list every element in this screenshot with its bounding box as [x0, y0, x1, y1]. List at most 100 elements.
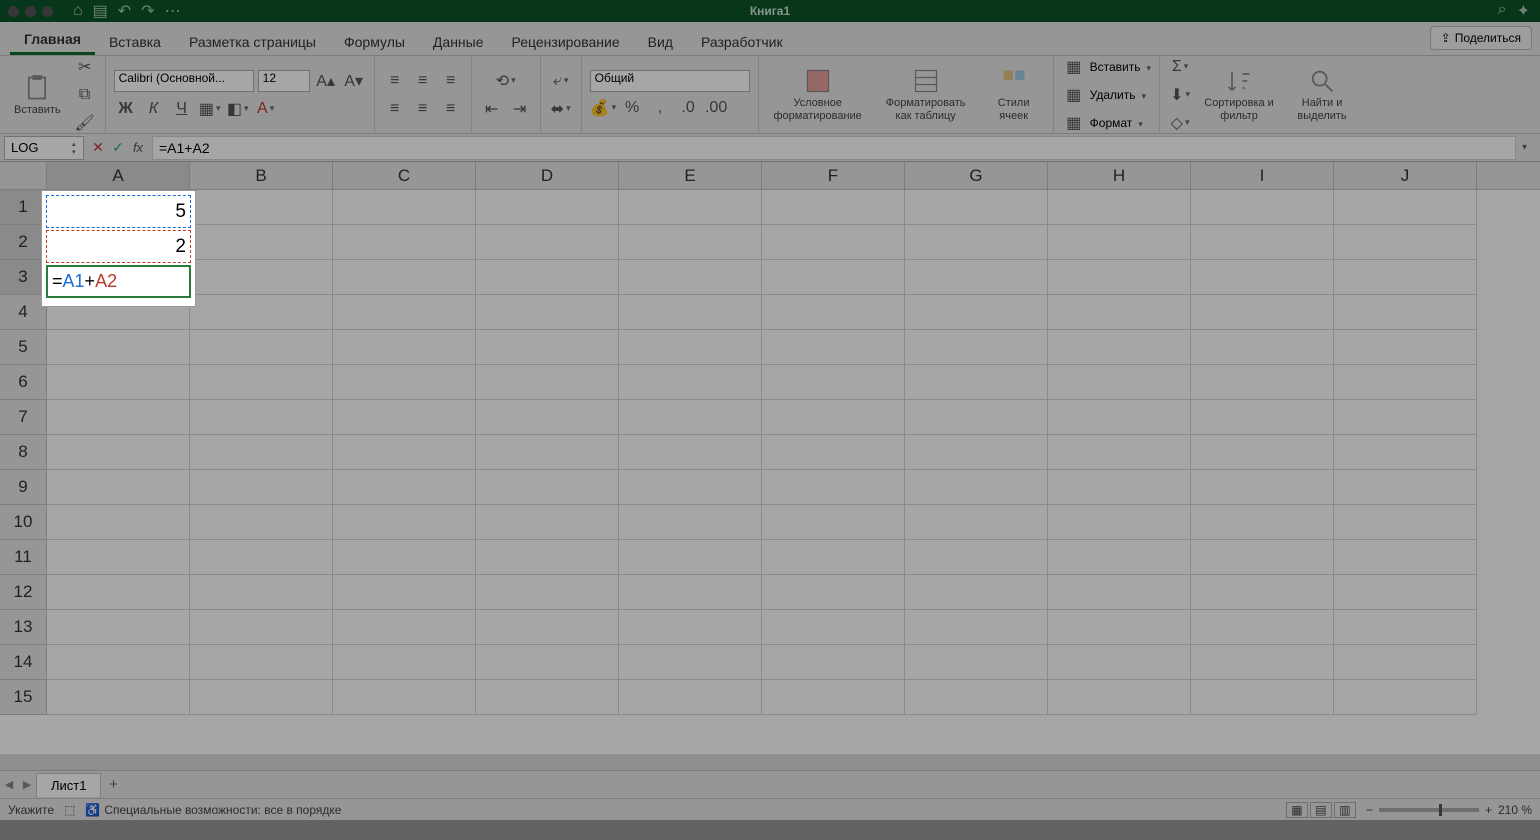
page-break-view-button[interactable]: ▥	[1334, 802, 1356, 818]
row-header-11[interactable]: 11	[0, 540, 47, 575]
cell-H5[interactable]	[1048, 330, 1191, 365]
minimize-window-icon[interactable]	[25, 6, 36, 17]
cell-J10[interactable]	[1334, 505, 1477, 540]
cell-G2[interactable]	[905, 225, 1048, 260]
cell-I6[interactable]	[1191, 365, 1334, 400]
cell-H2[interactable]	[1048, 225, 1191, 260]
cell-E1[interactable]	[619, 190, 762, 225]
font-name-select[interactable]: Calibri (Основной...	[114, 70, 254, 92]
home-icon[interactable]: ⌂	[73, 2, 83, 20]
zoom-level[interactable]: 210 %	[1498, 803, 1532, 817]
zoom-out-button[interactable]: −	[1366, 803, 1373, 817]
cell-H10[interactable]	[1048, 505, 1191, 540]
format-cells-dropdown[interactable]	[1136, 114, 1143, 132]
row-header-3[interactable]: 3	[0, 260, 47, 295]
page-layout-view-button[interactable]: ▤	[1310, 802, 1332, 818]
cell-F1[interactable]	[762, 190, 905, 225]
currency-button[interactable]: 💰	[590, 96, 616, 120]
font-size-select[interactable]: 12	[258, 70, 310, 92]
column-header-I[interactable]: I	[1191, 162, 1334, 189]
wrap-text-button[interactable]: ⤶	[549, 69, 573, 93]
cell-E7[interactable]	[619, 400, 762, 435]
column-header-E[interactable]: E	[619, 162, 762, 189]
cell-C10[interactable]	[333, 505, 476, 540]
normal-view-button[interactable]: ▦	[1286, 802, 1308, 818]
cell-E15[interactable]	[619, 680, 762, 715]
cell-E2[interactable]	[619, 225, 762, 260]
cell-I4[interactable]	[1191, 295, 1334, 330]
cell-A14[interactable]	[47, 645, 190, 680]
bold-button[interactable]: Ж	[114, 97, 138, 121]
cell-H3[interactable]	[1048, 260, 1191, 295]
row-header-5[interactable]: 5	[0, 330, 47, 365]
cell-A2[interactable]	[47, 225, 190, 260]
save-icon[interactable]: ▤	[93, 1, 108, 21]
increase-font-button[interactable]: A▴	[314, 69, 338, 93]
cell-I5[interactable]	[1191, 330, 1334, 365]
merge-button[interactable]: ⬌	[549, 97, 573, 121]
row-header-13[interactable]: 13	[0, 610, 47, 645]
cell-H1[interactable]	[1048, 190, 1191, 225]
cell-G7[interactable]	[905, 400, 1048, 435]
cell-F2[interactable]	[762, 225, 905, 260]
cell-I12[interactable]	[1191, 575, 1334, 610]
cell-I3[interactable]	[1191, 260, 1334, 295]
row-header-7[interactable]: 7	[0, 400, 47, 435]
cell-I10[interactable]	[1191, 505, 1334, 540]
cell-A4[interactable]	[47, 295, 190, 330]
column-header-J[interactable]: J	[1334, 162, 1477, 189]
cell-I13[interactable]	[1191, 610, 1334, 645]
column-header-A[interactable]: A	[47, 162, 190, 189]
cell-B13[interactable]	[190, 610, 333, 645]
cell-E3[interactable]	[619, 260, 762, 295]
search-icon[interactable]: ⌕	[1498, 1, 1507, 21]
cell-H4[interactable]	[1048, 295, 1191, 330]
cell-F15[interactable]	[762, 680, 905, 715]
cell-E5[interactable]	[619, 330, 762, 365]
align-bottom-button[interactable]: ≡	[439, 69, 463, 93]
cell-D11[interactable]	[476, 540, 619, 575]
cell-H9[interactable]	[1048, 470, 1191, 505]
row-header-15[interactable]: 15	[0, 680, 47, 715]
cell-C9[interactable]	[333, 470, 476, 505]
cell-G5[interactable]	[905, 330, 1048, 365]
cell-E8[interactable]	[619, 435, 762, 470]
cell-F13[interactable]	[762, 610, 905, 645]
autosum-button[interactable]: Σ	[1168, 55, 1192, 79]
cell-A15[interactable]	[47, 680, 190, 715]
undo-icon[interactable]: ↶	[118, 1, 131, 21]
cell-F8[interactable]	[762, 435, 905, 470]
cell-G8[interactable]	[905, 435, 1048, 470]
cell-J1[interactable]	[1334, 190, 1477, 225]
cell-B12[interactable]	[190, 575, 333, 610]
cell-G3[interactable]	[905, 260, 1048, 295]
cell-B2[interactable]	[190, 225, 333, 260]
comma-button[interactable]: ,	[648, 96, 672, 120]
cell-D9[interactable]	[476, 470, 619, 505]
cell-H14[interactable]	[1048, 645, 1191, 680]
cell-F14[interactable]	[762, 645, 905, 680]
cell-J8[interactable]	[1334, 435, 1477, 470]
cell-G14[interactable]	[905, 645, 1048, 680]
cell-C14[interactable]	[333, 645, 476, 680]
tab-home[interactable]: Главная	[10, 24, 95, 55]
cell-C15[interactable]	[333, 680, 476, 715]
tab-insert[interactable]: Вставка	[95, 27, 175, 55]
find-button[interactable]: Найти и выделить	[1286, 67, 1358, 121]
align-right-button[interactable]: ≡	[439, 97, 463, 121]
cell-D12[interactable]	[476, 575, 619, 610]
cell-D6[interactable]	[476, 365, 619, 400]
row-header-2[interactable]: 2	[0, 225, 47, 260]
tab-page-layout[interactable]: Разметка страницы	[175, 27, 330, 55]
expand-formula-bar-button[interactable]: ▾	[1522, 142, 1536, 153]
cell-E9[interactable]	[619, 470, 762, 505]
cut-button[interactable]: ✂	[73, 55, 97, 79]
cell-A5[interactable]	[47, 330, 190, 365]
cell-F11[interactable]	[762, 540, 905, 575]
number-format-select[interactable]: Общий	[590, 70, 750, 92]
copy-button[interactable]: ⧉	[73, 83, 97, 107]
cell-B3[interactable]	[190, 260, 333, 295]
cell-F6[interactable]	[762, 365, 905, 400]
sort-filter-button[interactable]: Сортировка и фильтр	[1198, 67, 1280, 121]
cell-H11[interactable]	[1048, 540, 1191, 575]
